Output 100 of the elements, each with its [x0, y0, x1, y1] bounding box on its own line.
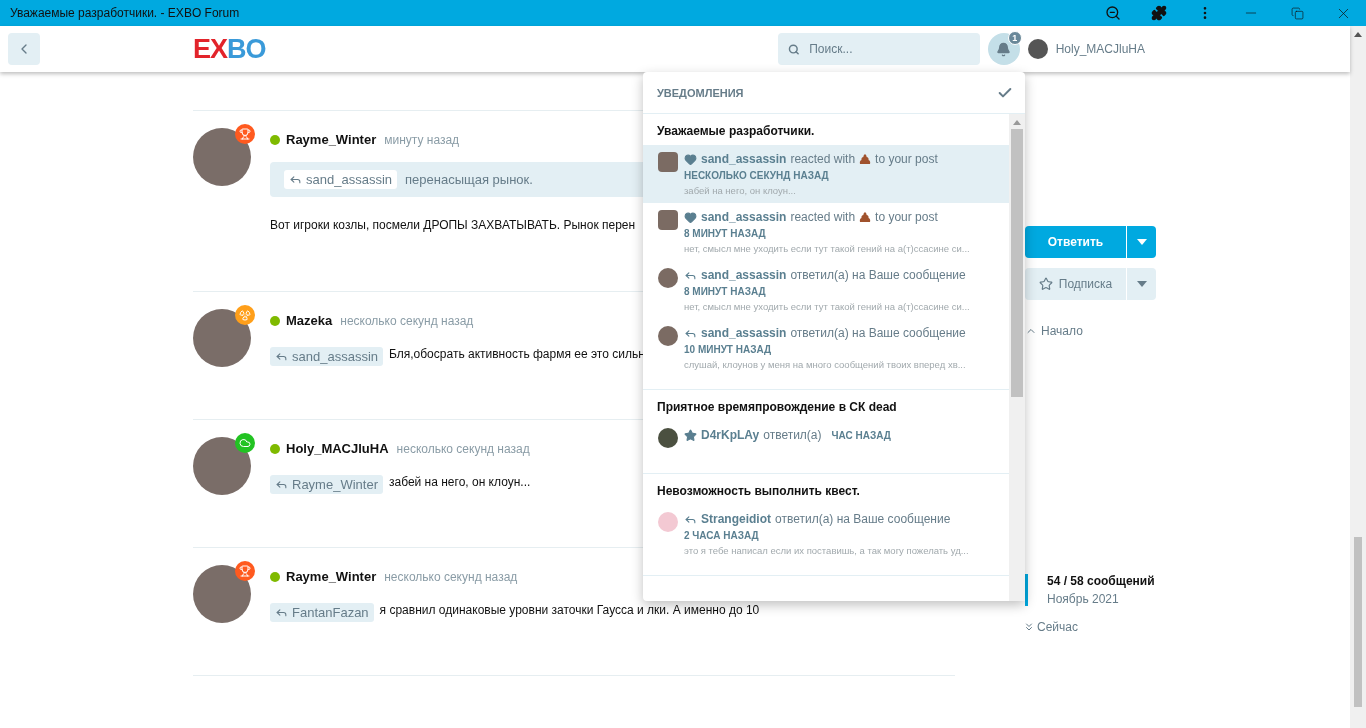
caret-icon — [1136, 281, 1147, 287]
reaction-emoji-icon — [859, 211, 872, 223]
avatar-photo-placeholder — [193, 565, 251, 623]
notification-action: ответил(а) на Ваше сообщение — [790, 326, 966, 340]
reply-icon — [275, 350, 288, 363]
post-time: минуту назад — [384, 132, 460, 147]
user-avatar-placeholder — [658, 152, 678, 172]
search-icon — [787, 42, 800, 56]
post-author[interactable]: Holy_MACJluHA — [286, 441, 389, 456]
notification-item[interactable]: Strangeidiot ответил(а) на Ваше сообщение 2 ЧАСА НАЗАД это я тебе написал если их поставишь, а так могу пожелать уд... — [643, 505, 1009, 563]
double-chevron-down-icon — [1023, 621, 1035, 633]
notification-excerpt: это я тебе написал если их поставишь, а так могу пожелать уд... — [684, 545, 969, 556]
scroll-up-icon[interactable] — [1354, 32, 1362, 37]
notification-user: sand_assassin — [701, 326, 787, 340]
post-text: Вот игроки козлы, посмели ДРОПЫ ЗАХВАТЫВАТЬ. Рынок перен — [270, 218, 636, 232]
notification-user: D4rKpLAy — [701, 428, 760, 442]
dropdown-scrollbar[interactable] — [1009, 114, 1025, 601]
notification-time: 2 ЧАСА НАЗАД — [684, 530, 760, 541]
reply-options-button[interactable] — [1126, 226, 1156, 258]
notification-action: reacted with — [790, 152, 856, 166]
notification-user: sand_assassin — [701, 210, 787, 224]
scroll-thumb[interactable] — [1354, 537, 1362, 707]
reply-icon — [275, 606, 288, 619]
search-input[interactable]: Поиск... — [807, 41, 970, 57]
user-avatar-placeholder — [658, 268, 678, 288]
notification-action: ответил(а) — [763, 428, 822, 442]
notification-item[interactable]: sand_assassin reacted with to your post 8 МИНУТ НАЗАД нет, смысл мне уходить если тут такой гений на а(т)ссасине си... — [643, 203, 1009, 261]
post-author[interactable]: Mazeka — [286, 313, 333, 328]
notification-action: ответил(а) на Ваше сообщение — [775, 512, 951, 526]
user-avatar-placeholder — [1027, 39, 1048, 59]
star-icon — [684, 428, 697, 442]
reply-mention[interactable]: Rayme_Winter — [270, 475, 383, 494]
reply-icon — [289, 173, 302, 186]
notification-time: НЕСКОЛЬКО СЕКУНД НАЗАД — [684, 170, 830, 181]
dropdown-title: УВЕДОМЛЕНИЯ — [657, 86, 744, 99]
post-author[interactable]: Rayme_Winter — [286, 569, 377, 584]
post-time: несколько секунд назад — [384, 569, 518, 584]
post-time: несколько секунд назад — [340, 313, 474, 328]
avatar-photo-placeholder — [193, 128, 251, 186]
user-avatar-placeholder — [658, 512, 678, 532]
notification-item[interactable]: sand_assassin reacted with to your post НЕСКОЛЬКО СЕКУНД НАЗАД забей на него, он клоун... — [643, 145, 1009, 203]
user-name[interactable]: Holy_MACJluHA — [1055, 42, 1145, 56]
start-link[interactable]: Начало — [1025, 324, 1156, 338]
reply-button[interactable]: Ответить — [1025, 226, 1126, 258]
notification-count: 1 — [1007, 31, 1022, 45]
post-count: 54 / 58 сообщений — [1047, 574, 1156, 588]
notifications-button[interactable]: 1 — [987, 33, 1020, 65]
notification-item[interactable]: D4rKpLAy ответил(а) ЧАС НАЗАД — [643, 421, 1009, 455]
reaction-emoji-icon — [859, 153, 872, 165]
bell-icon — [996, 41, 1012, 57]
avatar-photo-placeholder — [193, 309, 251, 367]
post-time: несколько секунд назад — [396, 441, 530, 456]
post-author[interactable]: Rayme_Winter — [286, 132, 377, 147]
heart-icon — [684, 210, 697, 224]
reply-mention[interactable]: sand_assassin — [284, 170, 397, 189]
thread-title[interactable]: Приятное времяпровождение в СК dead — [643, 390, 1009, 421]
notification-time: ЧАС НАЗАД — [831, 429, 891, 441]
quote-text: перенасыщая рынок. — [405, 172, 533, 187]
restore-icon[interactable] — [1290, 6, 1304, 20]
reply-icon — [275, 478, 288, 491]
avatar-photo-placeholder — [193, 437, 251, 495]
notification-excerpt: забей на него, он клоун... — [684, 185, 797, 196]
reply-mention[interactable]: sand_assassin — [270, 347, 383, 366]
back-button[interactable] — [8, 33, 40, 65]
post-text: забей на него, он клоун... — [388, 475, 531, 489]
notification-item[interactable]: sand_assassin ответил(а) на Ваше сообщение 8 МИНУТ НАЗАД нет, смысл мне уходить если тут такой гений на а(т)ссасине си... — [643, 261, 1009, 319]
reply-mention[interactable]: FantanFazan — [270, 603, 374, 622]
notification-time: 8 МИНУТ НАЗАД — [684, 286, 767, 297]
notification-item[interactable]: sand_assassin ответил(а) на Ваше сообщение 10 МИНУТ НАЗАД слушай, клоунов у меня на много сообщений твоих вперед хв... — [643, 319, 1009, 377]
heart-icon — [684, 152, 697, 166]
notification-action: ответил(а) на Ваше сообщение — [790, 268, 966, 282]
puzzle-icon[interactable] — [1151, 5, 1167, 21]
star-icon — [1038, 277, 1053, 291]
now-link[interactable]: Сейчас — [1023, 620, 1156, 634]
notification-action: to your post — [875, 152, 938, 166]
thread-title[interactable]: Невозможность выполнить квест. — [643, 474, 1009, 505]
notification-excerpt: слушай, клоунов у меня на много сообщений твоих вперед хв... — [684, 359, 966, 370]
follow-button[interactable]: Подписка — [1025, 268, 1126, 300]
notification-time: 10 МИНУТ НАЗАД — [684, 344, 773, 355]
notification-user: sand_assassin — [701, 152, 787, 166]
search-field[interactable]: Поиск... — [777, 33, 980, 65]
post-text: я сравнил одинаковые уровни заточки Гаусса и лки. А именно до 10 — [379, 603, 760, 617]
notification-user: Strangeidiot — [701, 512, 771, 526]
follow-options-button[interactable] — [1126, 268, 1156, 300]
notification-action: to your post — [875, 210, 938, 224]
notification-excerpt: нет, смысл мне уходить если тут такой гений на а(т)ссасине си... — [684, 243, 970, 254]
page-scrollbar[interactable] — [1350, 26, 1366, 728]
thread-title[interactable]: Уважаемые разработчики. — [643, 114, 1009, 145]
logo[interactable]: EXBO — [193, 33, 266, 65]
scrubber-date: Ноябрь 2021 — [1047, 592, 1120, 606]
notification-time: 8 МИНУТ НАЗАД — [684, 228, 767, 239]
user-avatar-placeholder — [658, 326, 678, 346]
notification-excerpt: нет, смысл мне уходить если тут такой гений на а(т)ссасине си... — [684, 301, 970, 312]
user-avatar-placeholder — [658, 210, 678, 230]
scroll-thumb[interactable] — [1011, 129, 1023, 397]
notification-action: reacted with — [790, 210, 856, 224]
zoom-out-icon[interactable] — [1105, 5, 1121, 21]
window-title: Уважаемые разработчики. - EXBO Forum — [10, 6, 241, 20]
notification-user: sand_assassin — [701, 268, 787, 282]
caret-icon — [1136, 239, 1147, 245]
